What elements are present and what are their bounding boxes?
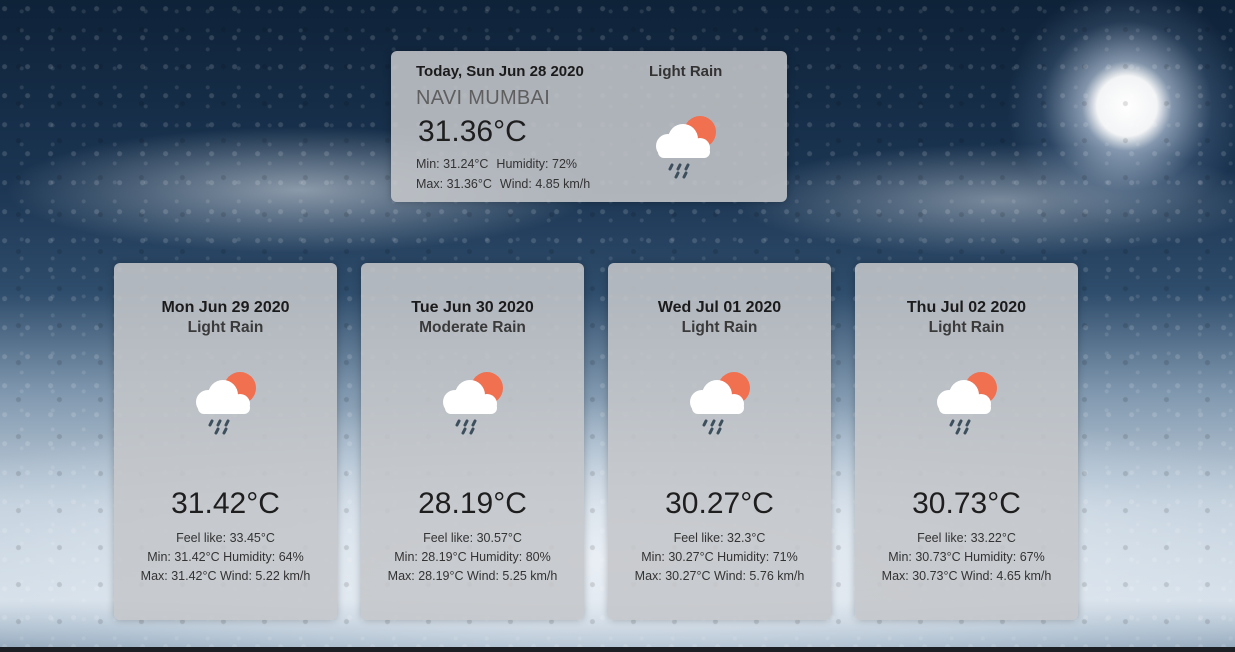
forecast-card: Mon Jun 29 2020 Light Rain 31.42°C Feel … [114, 263, 337, 620]
forecast-min-humidity: Min: 31.42°C Humidity: 64% [147, 550, 304, 564]
forecast-description: Light Rain [681, 319, 758, 336]
forecast-card: Thu Jul 02 2020 Light Rain 30.73°C Feel … [855, 263, 1078, 620]
today-max-wind: Max: 31.36°C Wind: 4.85 km/h [416, 177, 591, 191]
rain-cloud-sun-icon [682, 369, 758, 446]
forecast-description: Moderate Rain [419, 319, 526, 336]
forecast-feel-like: Feel like: 32.3°C [673, 531, 766, 545]
forecast-min-humidity: Min: 30.73°C Humidity: 67% [888, 550, 1045, 564]
forecast-max-wind: Max: 31.42°C Wind: 5.22 km/h [140, 569, 311, 583]
forecast-date: Mon Jun 29 2020 [161, 299, 290, 316]
forecast-description: Light Rain [928, 319, 1005, 336]
city-name: NAVI MUMBAI [416, 87, 551, 109]
forecast-date: Wed Jul 01 2020 [657, 299, 782, 316]
forecast-temperature: 30.73°C [912, 487, 1021, 520]
today-date: Today, Sun Jun 28 2020 [416, 63, 584, 80]
today-temperature: 31.36°C [418, 115, 527, 148]
forecast-feel-like: Feel like: 33.22°C [917, 531, 1016, 545]
forecast-feel-like: Feel like: 33.45°C [176, 531, 275, 545]
forecast-temperature: 28.19°C [418, 487, 527, 520]
today-humidity: 72% [552, 157, 578, 171]
forecast-feel-like: Feel like: 30.57°C [423, 531, 522, 545]
rain-cloud-sun-icon [435, 369, 511, 446]
forecast-date: Thu Jul 02 2020 [906, 299, 1027, 316]
forecast-card: Tue Jun 30 2020 Moderate Rain 28.19°C Fe… [361, 263, 584, 620]
forecast-max-wind: Max: 28.19°C Wind: 5.25 km/h [387, 569, 558, 583]
forecast-max-wind: Max: 30.27°C Wind: 5.76 km/h [634, 569, 805, 583]
today-wind: 4.85 km/h [535, 177, 591, 191]
forecast-description: Light Rain [187, 319, 264, 336]
forecast-min-humidity: Min: 30.27°C Humidity: 71% [641, 550, 798, 564]
forecast-temperature: 30.27°C [665, 487, 774, 520]
today-description: Light Rain [649, 63, 723, 80]
today-min-humidity: Min: 31.24°C Humidity: 72% [416, 157, 578, 171]
forecast-max-wind: Max: 30.73°C Wind: 4.65 km/h [881, 569, 1052, 583]
forecast-min-humidity: Min: 28.19°C Humidity: 80% [394, 550, 551, 564]
taskbar-edge [0, 647, 1235, 652]
forecast-date: Tue Jun 30 2020 [411, 299, 534, 316]
today-max: 31.36°C [446, 177, 492, 191]
today-min: 31.24°C [443, 157, 489, 171]
rain-cloud-sun-icon [929, 369, 1005, 446]
forecast-temperature: 31.42°C [171, 487, 280, 520]
rain-cloud-sun-icon [188, 369, 264, 446]
forecast-card: Wed Jul 01 2020 Light Rain 30.27°C Feel … [608, 263, 831, 620]
today-weather-card: Today, Sun Jun 28 2020 NAVI MUMBAI 31.36… [391, 51, 787, 202]
rain-cloud-sun-icon [648, 113, 724, 190]
